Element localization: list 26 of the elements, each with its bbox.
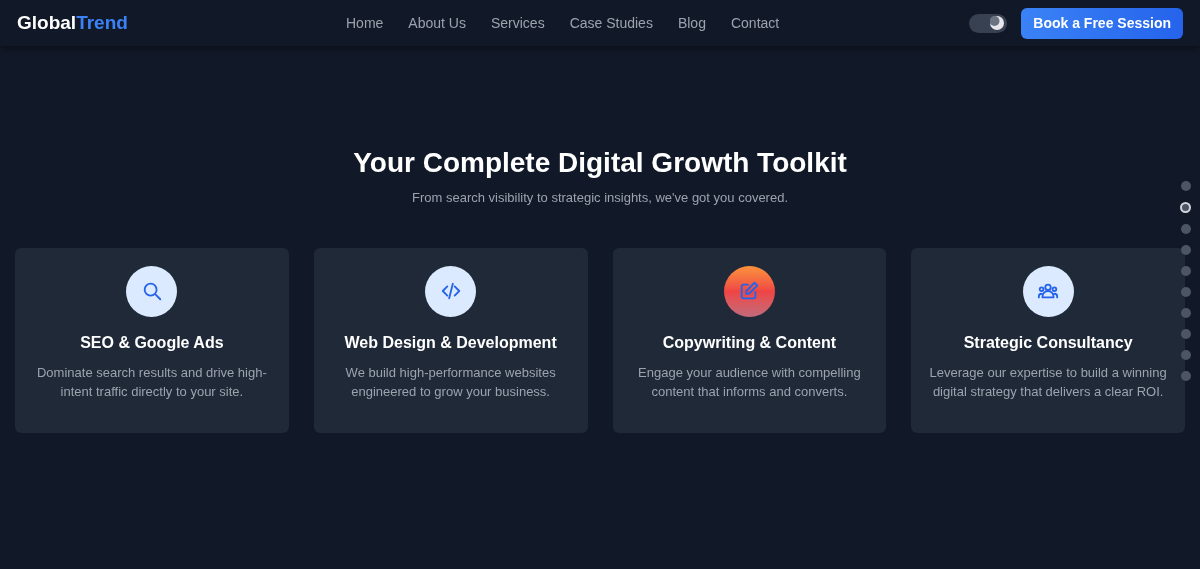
- card-description: Leverage our expertise to build a winning digital strategy that delivers a clear ROI.: [928, 363, 1168, 401]
- card-title: SEO & Google Ads: [80, 332, 224, 353]
- card-title: Strategic Consultancy: [963, 332, 1133, 353]
- edit-icon: [738, 280, 761, 302]
- service-card[interactable]: Web Design & Development We build high-performance websites engineered to grow your business.: [313, 247, 588, 433]
- card-description: We build high-performance websites engineered to grow your business.: [344, 363, 557, 401]
- section-subtitle: From search visibility to strategic insights, we've got you covered.: [412, 189, 788, 207]
- card-description: Engage your audience with compelling content that informs and converts.: [637, 363, 862, 401]
- book-session-button[interactable]: Book a Free Session: [1021, 7, 1183, 39]
- card-title: Copywriting & Content: [662, 332, 837, 353]
- code-icon: [439, 280, 462, 302]
- theme-toggle[interactable]: [969, 13, 1008, 33]
- logo[interactable]: GlobalTrend: [17, 8, 317, 38]
- nav-link[interactable]: About Us: [408, 12, 466, 34]
- card-description: Dominate search results and drive high-intent traffic directly to your site.: [36, 363, 268, 401]
- service-card[interactable]: SEO & Google Ads Dominate search results and drive high-intent traffic directly to your site.: [15, 247, 289, 433]
- nav-link[interactable]: Blog: [677, 12, 706, 34]
- nav-link[interactable]: Home: [346, 12, 384, 34]
- card-title: Web Design & Development: [344, 332, 557, 353]
- nav-link[interactable]: Contact: [730, 12, 780, 34]
- nav-link[interactable]: Services: [490, 12, 545, 34]
- moon-icon: [990, 16, 1005, 30]
- service-card[interactable]: Strategic Consultancy Leverage our expertise to build a winning digital strategy that delivers a clear ROI.: [911, 247, 1185, 433]
- section-title: Your Complete Digital Growth Toolkit: [353, 146, 847, 180]
- service-card[interactable]: Copywriting & Content Engage your audience with compelling content that informs and converts.: [612, 247, 887, 433]
- nav-link[interactable]: Case Studies: [569, 12, 653, 34]
